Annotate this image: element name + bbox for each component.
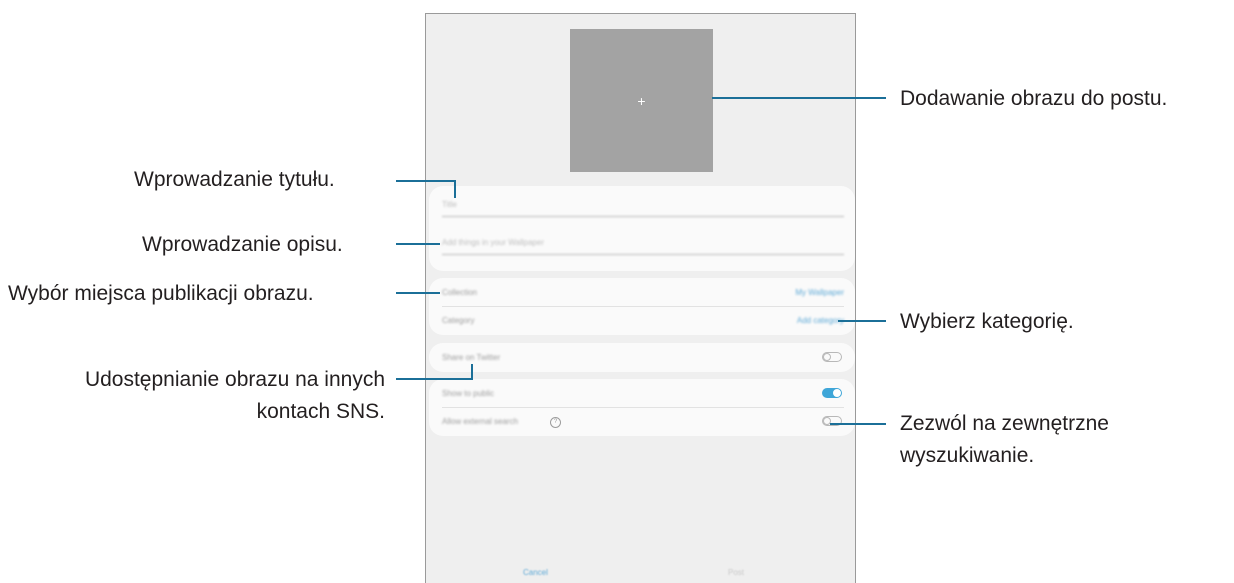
callout-line-share: [396, 378, 473, 380]
help-icon[interactable]: ?: [550, 417, 561, 428]
callout-line-category: [838, 320, 886, 322]
callout-category: Wybierz kategorię.: [900, 310, 1074, 333]
share-label: Share on Twitter: [442, 353, 501, 362]
toggle-knob: [823, 353, 831, 361]
callout-line-description: [396, 243, 440, 245]
category-label: Category: [442, 316, 475, 325]
cancel-button[interactable]: Cancel: [523, 568, 548, 577]
callout-description: Wprowadzanie opisu.: [142, 233, 343, 256]
callout-search-line2: wyszukiwanie.: [900, 444, 1035, 467]
description-input[interactable]: Add things in your Wallpaper: [442, 232, 844, 255]
callout-publish-place: Wybór miejsca publikacji obrazu.: [8, 282, 314, 305]
category-row[interactable]: Category Add category: [442, 307, 844, 334]
search-row[interactable]: Allow external search: [442, 408, 844, 435]
collection-value[interactable]: My Wallpaper: [795, 279, 844, 306]
callout-title: Wprowadzanie tytułu.: [134, 168, 335, 191]
search-label: Allow external search: [442, 417, 519, 426]
collection-label: Collection: [442, 288, 478, 297]
share-row[interactable]: Share on Twitter: [442, 344, 844, 371]
visibility-card: Show to public Allow external search ?: [429, 379, 855, 436]
callout-line-title: [396, 180, 456, 182]
toggle-knob: [833, 389, 841, 397]
public-label: Show to public: [442, 389, 495, 398]
callout-line-share-rise: [471, 364, 473, 380]
callout-line-title-drop: [454, 180, 456, 198]
post-button[interactable]: Post: [728, 568, 744, 577]
public-toggle[interactable]: [822, 388, 842, 398]
share-card: Share on Twitter: [429, 343, 855, 372]
callout-share-line2: kontach SNS.: [256, 400, 385, 423]
title-input[interactable]: Title: [442, 194, 844, 217]
share-toggle[interactable]: [822, 352, 842, 362]
plus-icon: +: [637, 92, 646, 109]
text-fields-card: Title Add things in your Wallpaper: [429, 186, 855, 271]
public-row[interactable]: Show to public: [442, 380, 844, 407]
callout-search-line1: Zezwól na zewnętrzne: [900, 412, 1109, 435]
callout-share-line1: Udostępnianie obrazu na innych: [84, 368, 385, 391]
publish-card: Collection My Wallpaper Category Add cat…: [429, 278, 855, 335]
callout-line-add-image: [712, 97, 886, 99]
callout-add-image: Dodawanie obrazu do postu.: [900, 87, 1168, 110]
category-value[interactable]: Add category: [797, 307, 844, 334]
callout-line-publish: [396, 292, 440, 294]
callout-line-search: [830, 423, 886, 425]
collection-row[interactable]: Collection My Wallpaper: [442, 279, 844, 306]
add-image-button[interactable]: +: [570, 29, 713, 172]
